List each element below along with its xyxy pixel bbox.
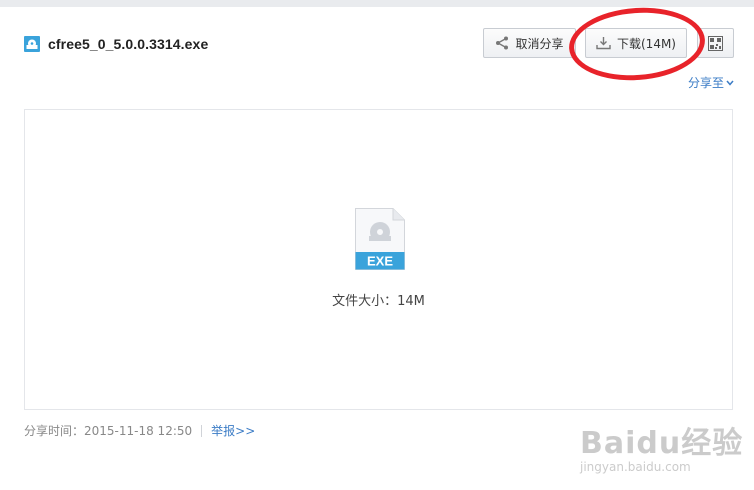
- qr-code-button[interactable]: [697, 28, 734, 58]
- exe-file-icon: [24, 36, 40, 52]
- share-meta: 分享时间：2015-11-18 12:50 举报>>: [24, 422, 255, 439]
- cancel-share-button[interactable]: 取消分享: [483, 28, 576, 58]
- file-header: cfree5_0_5.0.0.3314.exe: [24, 35, 208, 53]
- report-link[interactable]: 举报>>: [211, 422, 255, 439]
- download-button[interactable]: 下载(14M): [585, 28, 687, 58]
- exe-badge-label: EXE: [367, 254, 393, 269]
- file-size-label: 文件大小：14M: [332, 294, 425, 309]
- meta-divider: [201, 424, 203, 437]
- share-icon: [496, 36, 509, 50]
- download-label: 下载(14M): [617, 36, 676, 51]
- file-preview-area: EXE 文件大小：14M: [24, 109, 733, 410]
- download-icon: [596, 37, 611, 50]
- qr-code-icon: [708, 35, 723, 51]
- exe-document-icon: EXE: [355, 208, 405, 270]
- share-to-menu[interactable]: 分享至: [688, 74, 734, 91]
- share-time: 分享时间：2015-11-18 12:50: [24, 424, 193, 438]
- file-name: cfree5_0_5.0.0.3314.exe: [48, 36, 209, 52]
- share-to-label: 分享至: [688, 76, 725, 90]
- cancel-share-label: 取消分享: [515, 36, 564, 51]
- chevron-down-icon: [726, 80, 734, 86]
